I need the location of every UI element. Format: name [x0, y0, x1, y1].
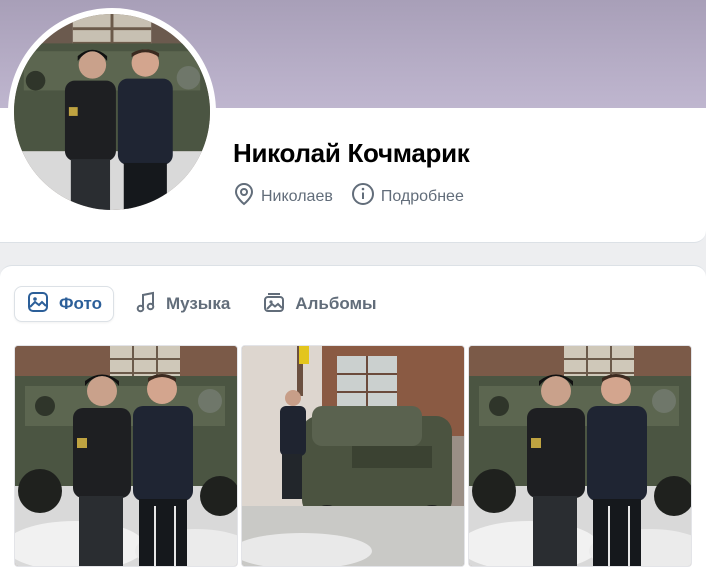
tab-photos-label: Фото — [59, 294, 102, 313]
photo-thumb[interactable] — [14, 345, 238, 567]
details-label: Подробнее — [380, 187, 464, 205]
music-note-icon — [135, 290, 166, 319]
photo-grid — [14, 345, 695, 567]
media-tabs: Фото Музыка Альбомы — [14, 286, 398, 322]
profile-name: Николай Кочмарик — [233, 138, 470, 168]
avatar[interactable] — [8, 8, 216, 216]
photo-image — [242, 346, 464, 566]
avatar-photo — [14, 14, 210, 210]
location-label: Николаев — [261, 187, 333, 205]
photo-thumb[interactable] — [241, 345, 465, 567]
location-pin-icon — [233, 182, 261, 211]
media-section: Фото Музыка Альбомы — [0, 265, 706, 579]
tab-music[interactable]: Музыка — [124, 286, 241, 322]
photo-thumb[interactable] — [468, 345, 692, 567]
profile-header: Николай Кочмарик Николаев Подробнее — [0, 0, 706, 243]
tab-photos[interactable]: Фото — [14, 286, 114, 322]
profile-meta: Николаев Подробнее — [233, 182, 482, 211]
details-link[interactable]: Подробнее — [351, 182, 464, 211]
location-item[interactable]: Николаев — [233, 182, 333, 211]
photo-image — [15, 346, 237, 566]
tab-albums[interactable]: Альбомы — [251, 286, 387, 322]
photo-icon — [26, 290, 59, 319]
photo-image — [469, 346, 691, 566]
album-stack-icon — [262, 290, 295, 319]
tab-albums-label: Альбомы — [295, 294, 377, 313]
tab-music-label: Музыка — [165, 294, 231, 313]
info-circle-icon — [351, 182, 381, 211]
